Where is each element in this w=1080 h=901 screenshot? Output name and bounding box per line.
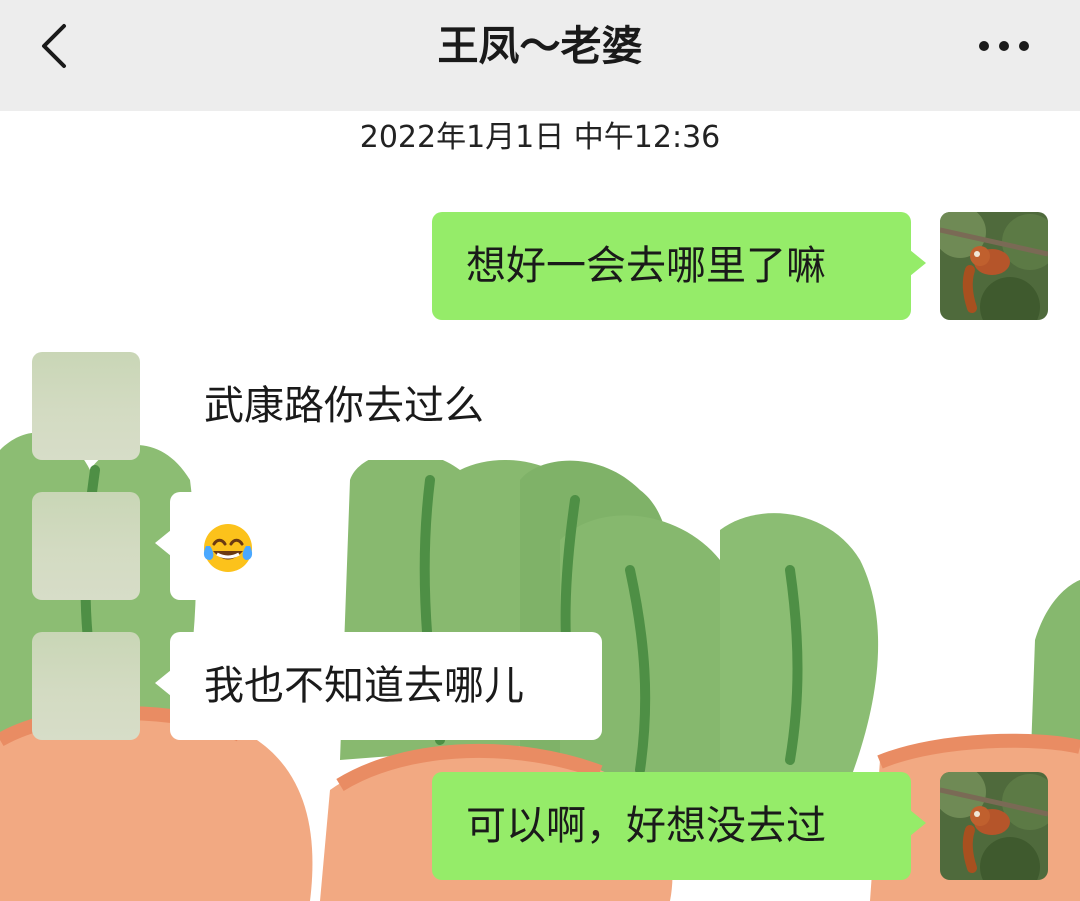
bubble-tail — [910, 810, 926, 836]
bubble-tail — [155, 530, 171, 556]
bubble-tail — [155, 390, 171, 416]
message-timestamp: 2022年1月1日 中午12:36 — [359, 120, 721, 155]
more-options-icon[interactable] — [976, 28, 1032, 64]
message-text: 我也不知道去哪儿 — [204, 663, 524, 709]
contact-avatar[interactable] — [32, 632, 140, 740]
red-panda-photo — [940, 772, 1048, 880]
contact-message-bubble[interactable]: 武康路你去过么 — [155, 352, 556, 460]
bubble-tail — [155, 670, 171, 696]
bubble-tail — [910, 250, 926, 276]
face-with-tears-of-joy-icon — [203, 524, 253, 572]
my-avatar[interactable] — [940, 212, 1048, 320]
red-panda-photo — [940, 212, 1048, 320]
contact-avatar[interactable] — [32, 492, 140, 600]
chat-title: 王凤～老婆 — [437, 22, 643, 70]
my-avatar[interactable] — [940, 772, 1048, 880]
chat-header: 王凤～老婆 — [0, 0, 1080, 111]
message-text: 武康路你去过么 — [204, 383, 484, 429]
contact-emoji-bubble[interactable] — [155, 492, 288, 600]
contact-avatar[interactable] — [32, 352, 140, 460]
message-text: 想好一会去哪里了嘛 — [466, 243, 826, 289]
my-message-bubble[interactable]: 想好一会去哪里了嘛 — [432, 212, 926, 320]
message-text: 可以啊，好想没去过 — [466, 803, 826, 849]
contact-message-bubble[interactable]: 我也不知道去哪儿 — [155, 632, 602, 740]
my-message-bubble[interactable]: 可以啊，好想没去过 — [432, 772, 926, 880]
